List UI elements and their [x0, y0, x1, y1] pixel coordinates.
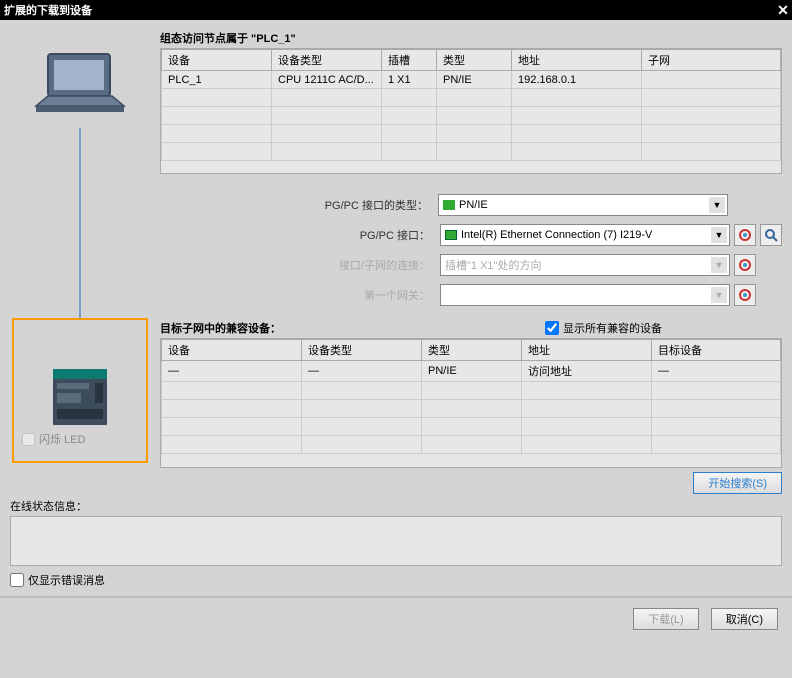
errors-only-input[interactable] — [10, 573, 24, 587]
flash-led-checkbox[interactable]: 闪烁 LED — [22, 431, 85, 447]
select-gw: ▼ — [440, 284, 730, 306]
net-icon — [443, 200, 455, 210]
val-pgtype: PN/IE — [459, 199, 488, 211]
val-conn: 插槽"1 X1"处的方向 — [445, 257, 541, 273]
col-type[interactable]: 类型 — [437, 50, 512, 71]
col2-devtype[interactable]: 设备类型 — [302, 340, 422, 361]
chevron-down-icon: ▼ — [711, 257, 727, 273]
col2-type[interactable]: 类型 — [422, 340, 522, 361]
cell2-devtype: — — [302, 361, 422, 382]
row-pgif: PG/PC 接口： Intel(R) Ethernet Connection (… — [160, 224, 782, 246]
cell2-target: — — [652, 361, 781, 382]
search-pgif-button[interactable] — [760, 224, 782, 246]
col-devtype[interactable]: 设备类型 — [272, 50, 382, 71]
cell2-type: PN/IE — [422, 361, 522, 382]
col2-device[interactable]: 设备 — [162, 340, 302, 361]
col-addr[interactable]: 地址 — [512, 50, 642, 71]
status-label: 在线状态信息： — [10, 498, 782, 514]
row-conn: 接口/子网的连接： 插槽"1 X1"处的方向 ▼ — [160, 254, 782, 276]
select-pgtype[interactable]: PN/IE ▼ — [438, 194, 728, 216]
errors-only-checkbox[interactable]: 仅显示错误消息 — [10, 572, 782, 588]
col2-target[interactable]: 目标设备 — [652, 340, 781, 361]
show-all-label: 显示所有兼容的设备 — [563, 320, 662, 336]
compat-grid: 设备 设备类型 类型 地址 目标设备 — — PN/IE 访问地址 — — [161, 339, 781, 454]
config-pgif-button[interactable] — [734, 224, 756, 246]
compat-grid-wrap: 设备 设备类型 类型 地址 目标设备 — — PN/IE 访问地址 — — [160, 338, 782, 468]
row-gw: 第一个网关： ▼ — [160, 284, 782, 306]
cell-addr: 192.168.0.1 — [512, 71, 642, 89]
cancel-button[interactable]: 取消(C) — [711, 608, 778, 630]
window-title: 扩展的下载到设备 — [4, 2, 92, 18]
errors-only-label: 仅显示错误消息 — [28, 572, 105, 588]
config-title: 组态访问节点属于 "PLC_1" — [160, 30, 782, 46]
status-box — [10, 516, 782, 566]
chevron-down-icon[interactable]: ▼ — [711, 227, 727, 243]
table-row[interactable]: PLC_1 CPU 1211C AC/D... 1 X1 PN/IE 192.1… — [162, 71, 781, 89]
cell-slot: 1 X1 — [382, 71, 437, 89]
table-row[interactable]: — — PN/IE 访问地址 — — [162, 361, 781, 382]
col-slot[interactable]: 插槽 — [382, 50, 437, 71]
cell-device: PLC_1 — [162, 71, 272, 89]
config-grid-wrap: 设备 设备类型 插槽 类型 地址 子网 PLC_1 CPU 1211C AC/D… — [160, 48, 782, 174]
cell2-addr: 访问地址 — [522, 361, 652, 382]
config-conn-button[interactable] — [734, 254, 756, 276]
row-pgtype: PG/PC 接口的类型： PN/IE ▼ — [160, 194, 782, 216]
show-all-input[interactable] — [545, 321, 559, 335]
close-icon[interactable]: ✕ — [774, 1, 792, 19]
lbl-pgif: PG/PC 接口： — [320, 227, 430, 243]
laptop-icon — [30, 48, 130, 128]
lbl-gw: 第一个网关： — [320, 287, 430, 303]
config-gw-button[interactable] — [734, 284, 756, 306]
col-subnet[interactable]: 子网 — [642, 50, 781, 71]
connection-line — [79, 128, 81, 318]
compat-title: 目标子网中的兼容设备： — [160, 320, 281, 336]
col-device[interactable]: 设备 — [162, 50, 272, 71]
cell-devtype: CPU 1211C AC/D... — [272, 71, 382, 89]
cell-type: PN/IE — [437, 71, 512, 89]
flash-led-label: 闪烁 LED — [39, 431, 85, 447]
cell-subnet — [642, 71, 781, 89]
cell2-device: — — [162, 361, 302, 382]
chevron-down-icon[interactable]: ▼ — [709, 197, 725, 213]
col2-addr[interactable]: 地址 — [522, 340, 652, 361]
left-pane: 闪烁 LED — [10, 28, 150, 494]
title-bar: 扩展的下载到设备 ✕ — [0, 0, 792, 20]
val-pgif: Intel(R) Ethernet Connection (7) I219-V — [461, 229, 652, 241]
flash-led-input[interactable] — [22, 433, 35, 446]
lbl-pgtype: PG/PC 接口的类型： — [318, 197, 428, 213]
select-conn: 插槽"1 X1"处的方向 ▼ — [440, 254, 730, 276]
download-button: 下载(L) — [633, 608, 698, 630]
device-frame: 闪烁 LED — [12, 318, 148, 463]
plc-icon — [51, 367, 109, 427]
show-all-checkbox[interactable]: 显示所有兼容的设备 — [545, 320, 662, 336]
nic-icon — [445, 230, 457, 240]
select-pgif[interactable]: Intel(R) Ethernet Connection (7) I219-V … — [440, 224, 730, 246]
lbl-conn: 接口/子网的连接： — [320, 257, 430, 273]
config-grid: 设备 设备类型 插槽 类型 地址 子网 PLC_1 CPU 1211C AC/D… — [161, 49, 781, 161]
start-search-button[interactable]: 开始搜索(S) — [693, 472, 782, 494]
chevron-down-icon: ▼ — [711, 287, 727, 303]
